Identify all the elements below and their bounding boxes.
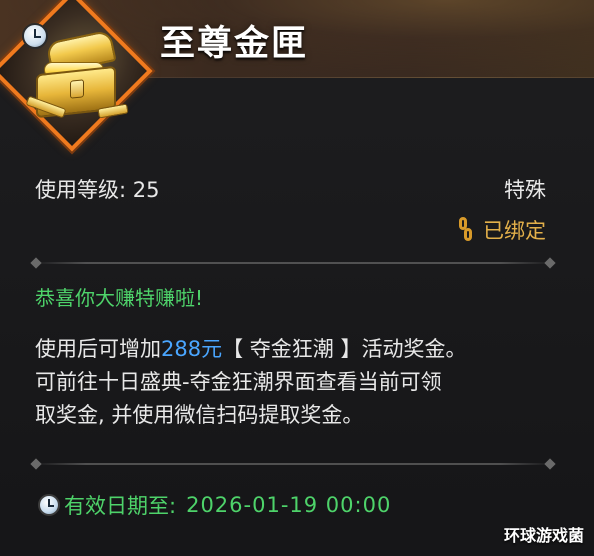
clock-icon — [38, 494, 60, 516]
link-icon — [459, 217, 473, 243]
divider-top — [34, 262, 552, 264]
bound-label: 已绑定 — [483, 219, 546, 243]
bound-status: 已绑定 — [459, 215, 546, 245]
item-name: 至尊金匣 — [160, 24, 309, 64]
use-level: 使用等级: 25 — [35, 178, 160, 202]
clock-icon — [22, 23, 48, 49]
expiry-row: 有效日期至: 2026-01-19 00:00 — [38, 490, 391, 520]
reward-amount: 288元 — [161, 337, 223, 361]
description-line-1: 使用后可增加288元【 夺金狂潮 】活动奖金。 — [35, 337, 467, 361]
item-icon-frame — [0, 0, 160, 160]
item-type: 特殊 — [504, 178, 546, 202]
divider-bottom — [34, 463, 552, 465]
expiry-value: 2026-01-19 00:00 — [186, 493, 392, 517]
description-line-2: 可前往十日盛典-夺金狂潮界面查看当前可领 — [35, 370, 442, 394]
watermark: 环球游戏菌 — [503, 526, 584, 545]
item-tooltip: 至尊金匣 使用等级: 25 特殊 已绑定 恭喜你大赚特赚啦! 使用后可增加288… — [0, 0, 594, 556]
expiry-label: 有效日期至: — [64, 494, 177, 518]
item-description: 使用后可增加288元【 夺金狂潮 】活动奖金。 可前往十日盛典-夺金狂潮界面查看… — [35, 333, 555, 432]
description-line-3: 取奖金, 并使用微信扫码提取奖金。 — [35, 403, 364, 427]
treasure-chest-icon — [25, 29, 129, 124]
congrats-text: 恭喜你大赚特赚啦! — [35, 286, 204, 310]
